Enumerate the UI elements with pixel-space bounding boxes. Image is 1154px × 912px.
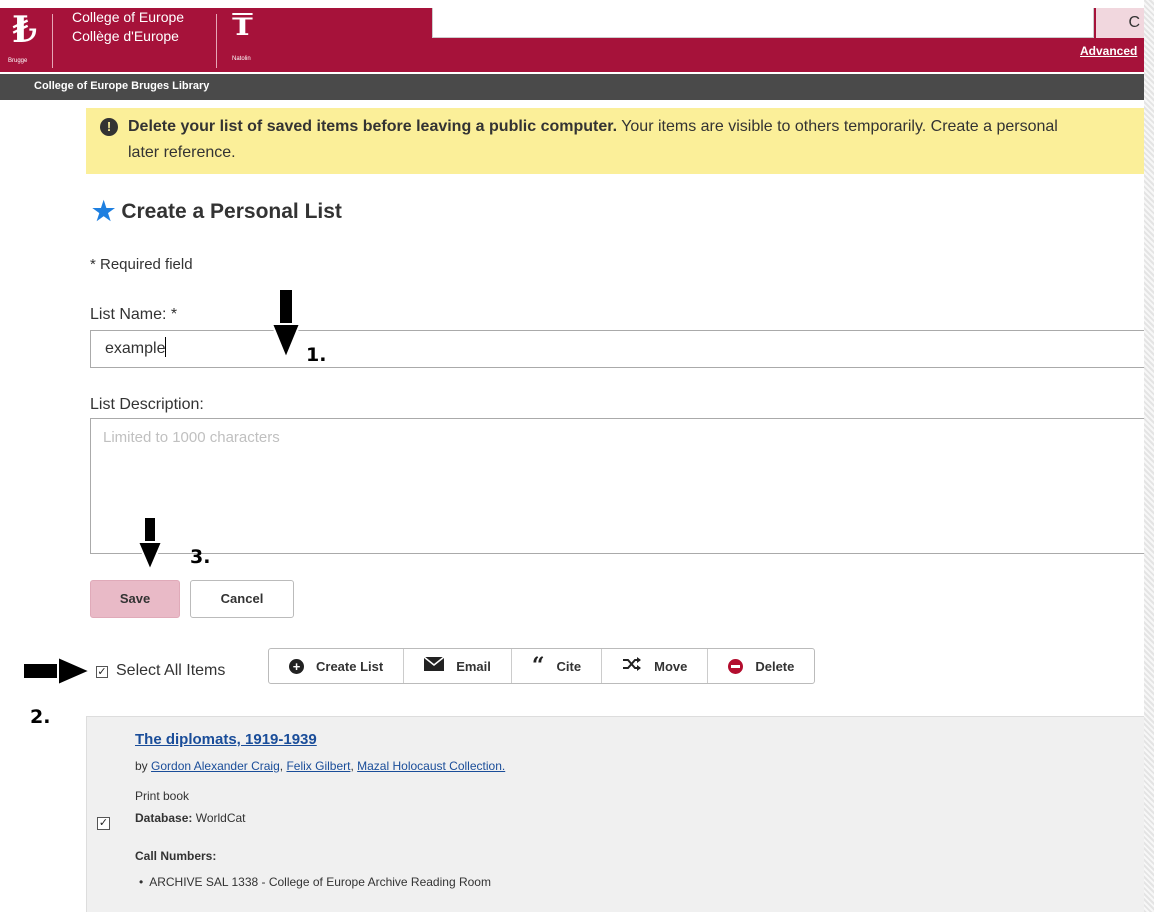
library-name[interactable]: College of Europe Bruges Library	[34, 80, 209, 92]
college-logo-bruges[interactable]: ₺ Brugge	[8, 10, 48, 68]
college-logo-natolin[interactable]: ₸ Natolin	[228, 8, 264, 68]
list-item: The diplomats, 1919-1939 by Gordon Alexa…	[86, 716, 1144, 912]
natolin-emblem-icon: ₸	[232, 8, 253, 43]
call-numbers-label: Call Numbers:	[135, 849, 217, 863]
item-title-link[interactable]: The diplomats, 1919-1939	[135, 731, 317, 748]
site-header: ₺ Brugge College of Europe Collège d'Eur…	[0, 8, 1144, 72]
page-edge	[1144, 0, 1154, 912]
call-number-entry: • ARCHIVE SAL 1338 - College of Europe A…	[139, 875, 491, 889]
required-field-note: * Required field	[90, 256, 193, 273]
cite-label: Cite	[556, 658, 582, 674]
page-title-text: Create a Personal List	[121, 200, 342, 223]
database-value: WorldCat	[195, 811, 246, 825]
envelope-icon	[423, 656, 445, 675]
email-label: Email	[456, 658, 491, 674]
page-title: ★ Create a Personal List	[92, 196, 342, 227]
list-name-field[interactable]: example	[90, 330, 1144, 368]
call-number-text: ARCHIVE SAL 1338 - College of Europe Arc…	[149, 875, 491, 889]
search-input[interactable]	[432, 8, 1094, 38]
list-name-label: List Name: *	[90, 306, 178, 323]
shuffle-icon	[622, 657, 642, 675]
select-all-checkbox[interactable]: ✓	[96, 666, 108, 678]
authors-prefix: by	[135, 759, 148, 773]
move-button[interactable]: Move	[602, 649, 709, 683]
alert-body-text: Your items are visible to others tempora…	[617, 118, 1058, 135]
logo-city-label: Natolin	[232, 56, 251, 62]
annotation-arrow-down-icon	[270, 290, 302, 360]
annotation-step-2: 2.	[30, 706, 51, 728]
logo-city-label: Brugge	[8, 58, 28, 64]
star-icon: ★	[92, 196, 116, 226]
delete-label: Delete	[755, 658, 795, 674]
college-name: College of Europe Collège d'Europe	[72, 8, 184, 46]
text-cursor	[165, 337, 167, 357]
select-all-label: Select All Items	[116, 662, 226, 679]
author-link[interactable]: Felix Gilbert	[286, 759, 350, 773]
advanced-search-link[interactable]: Advanced	[1080, 44, 1137, 58]
alert-message: Delete your list of saved items before l…	[128, 114, 1144, 140]
cancel-button[interactable]: Cancel	[190, 580, 294, 618]
search-button[interactable]: C	[1096, 8, 1144, 38]
author-link[interactable]: Mazal Holocaust Collection.	[357, 759, 505, 773]
library-bar: College of Europe Bruges Library	[0, 72, 1144, 100]
alert-message-line2: later reference.	[128, 144, 236, 161]
annotation-arrow-down-icon	[136, 518, 164, 572]
database-label: Database:	[135, 811, 193, 825]
annotation-step-1: 1.	[306, 344, 327, 366]
list-description-placeholder: Limited to 1000 characters	[103, 429, 280, 446]
item-format: Print book	[135, 789, 190, 803]
list-toolbar: + Create List Email “ Cite Move Delete	[268, 648, 816, 684]
move-label: Move	[654, 658, 688, 674]
alert-bold-text: Delete your list of saved items before l…	[128, 118, 618, 135]
plus-circle-icon: +	[289, 658, 304, 674]
create-list-button[interactable]: + Create List	[269, 649, 405, 683]
author-link[interactable]: Gordon Alexander Craig	[151, 759, 280, 773]
header-divider	[52, 14, 53, 68]
cite-button[interactable]: “ Cite	[512, 649, 603, 683]
list-description-label: List Description:	[90, 396, 204, 413]
header-divider	[216, 14, 217, 68]
quote-icon: “	[531, 653, 545, 679]
email-button[interactable]: Email	[404, 649, 512, 683]
college-name-en: College of Europe	[72, 9, 185, 25]
annotation-arrow-right-icon	[24, 656, 92, 686]
public-computer-alert: ! Delete your list of saved items before…	[86, 108, 1144, 174]
list-description-field[interactable]: Limited to 1000 characters	[90, 418, 1144, 554]
select-all-items[interactable]: ✓ Select All Items	[96, 662, 225, 680]
create-list-label: Create List	[316, 658, 384, 674]
college-name-fr: Collège d'Europe	[72, 28, 179, 44]
exclamation-icon: !	[100, 118, 118, 136]
list-name-value: example	[105, 340, 166, 357]
college-emblem-icon: ₺	[12, 9, 38, 51]
annotation-step-3: 3.	[190, 546, 211, 568]
item-database: Database: WorldCat	[135, 811, 246, 825]
delete-button[interactable]: Delete	[708, 649, 814, 683]
item-checkbox[interactable]: ✓	[97, 817, 110, 830]
save-button[interactable]: Save	[90, 580, 180, 618]
minus-circle-icon	[728, 658, 744, 674]
item-authors: by Gordon Alexander Craig, Felix Gilbert…	[135, 759, 506, 773]
